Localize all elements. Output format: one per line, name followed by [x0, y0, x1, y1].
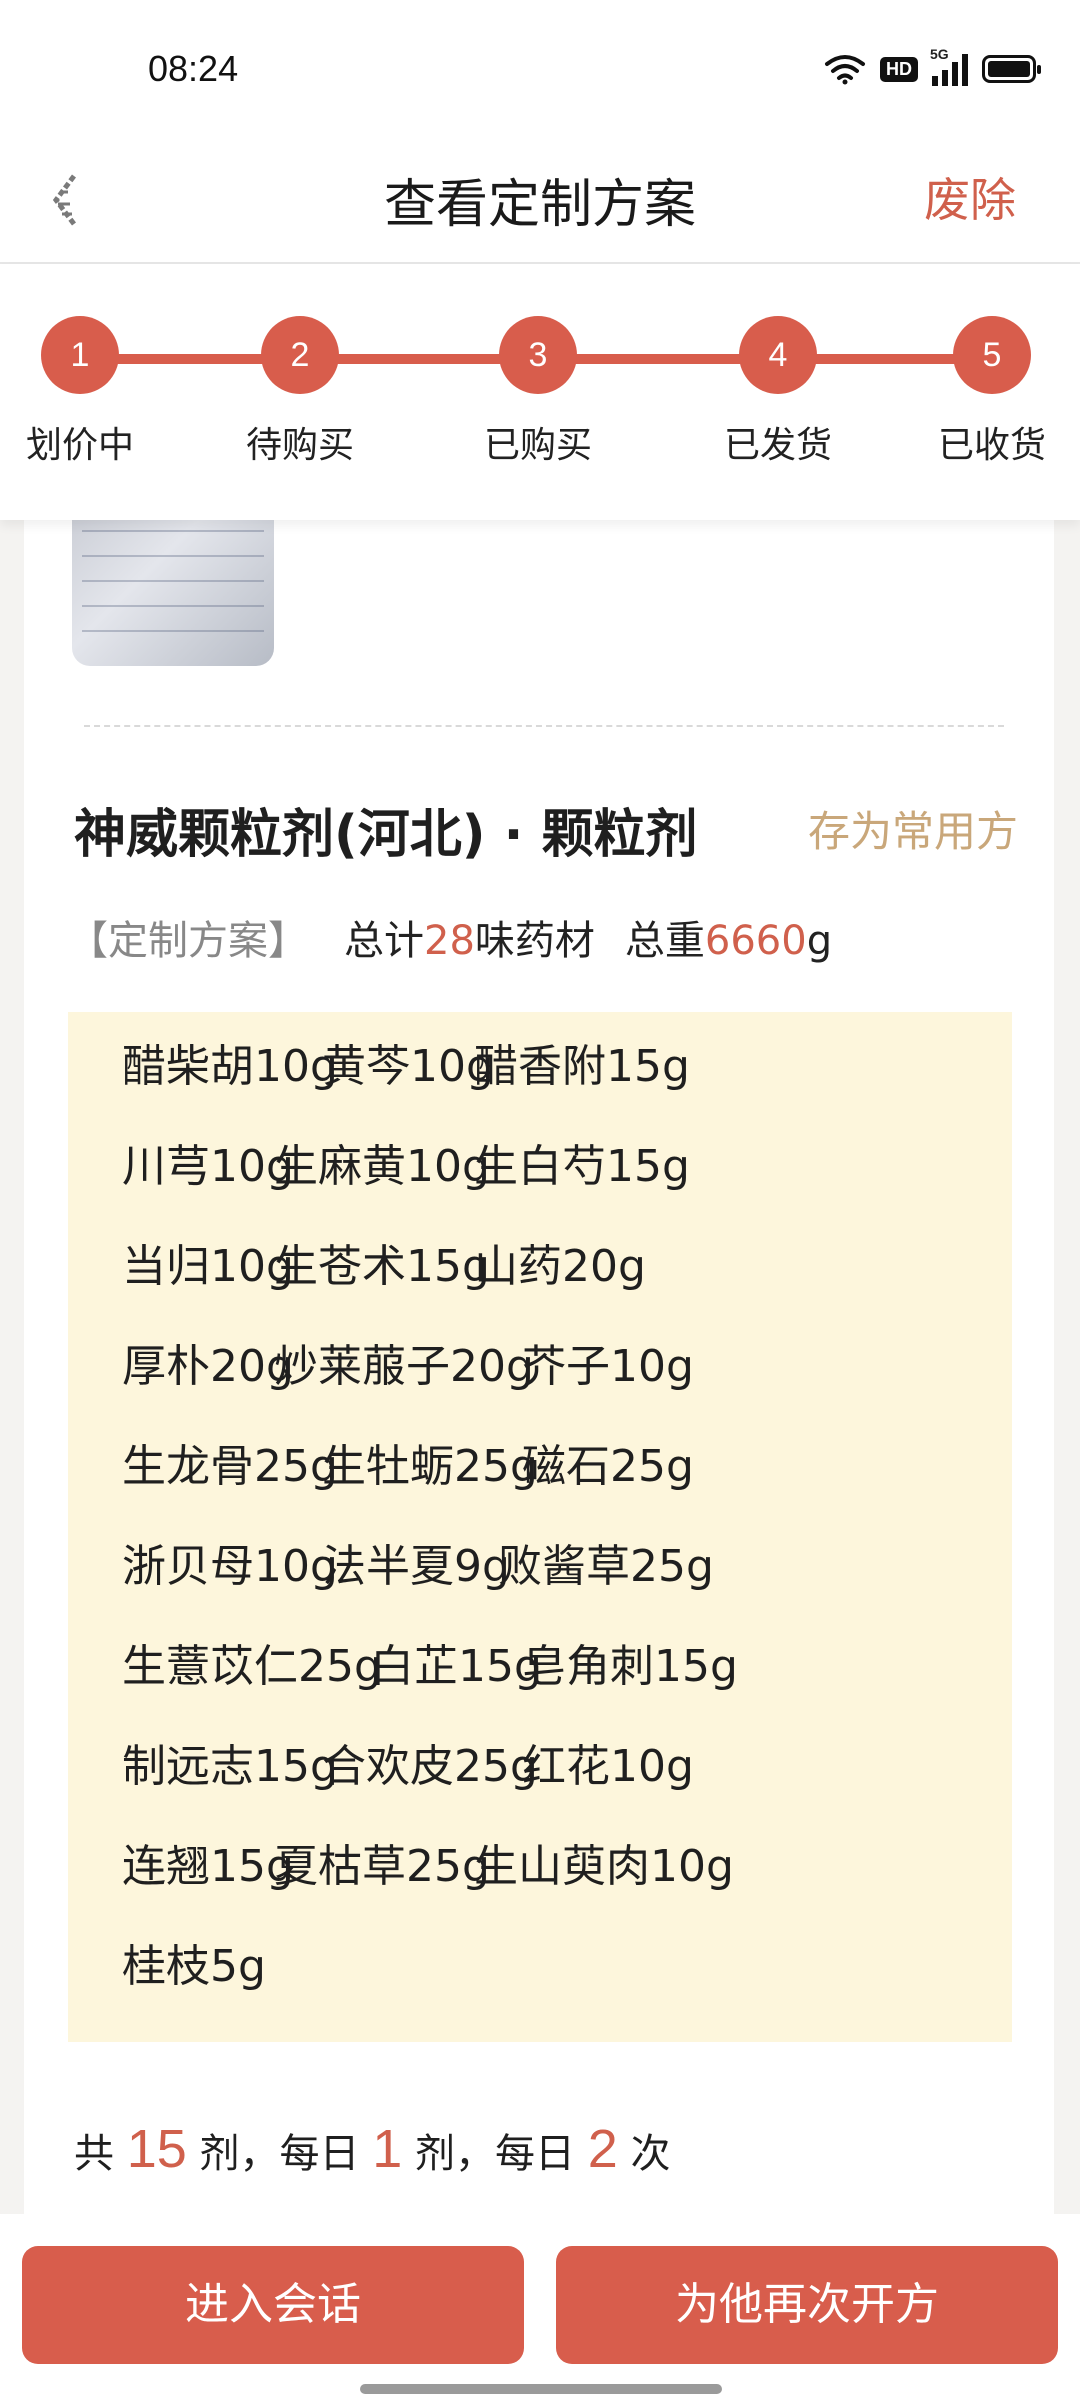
save-as-common-button[interactable]: 存为常用方 — [808, 798, 1018, 859]
herb-item: 红花10g — [522, 1741, 694, 1792]
dosage-text: 次 — [630, 2131, 671, 2177]
herb-item: 生牡蛎25g — [322, 1441, 538, 1492]
herb-item: 浙贝母10g — [122, 1541, 338, 1592]
herb-count: 28 — [424, 918, 475, 964]
step-number: 2 — [261, 316, 339, 394]
prescription-summary: 【定制方案】 总计28味药材 总重6660g — [68, 908, 832, 966]
herb-item: 败酱草25g — [498, 1541, 714, 1592]
total-prefix: 总计 — [344, 918, 424, 964]
battery-icon — [982, 55, 1041, 83]
herb-item: 生龙骨25g — [122, 1441, 338, 1492]
status-time: 08:24 — [148, 48, 239, 89]
herb-item: 白芷15g — [370, 1641, 542, 1692]
herb-item: 夏枯草25g — [274, 1841, 490, 1892]
dosage-text: 剂，每日 — [415, 2131, 575, 2177]
herb-item: 法半夏9g — [322, 1541, 510, 1592]
step-number: 1 — [41, 316, 119, 394]
herb-item: 山药20g — [474, 1241, 646, 1292]
herb-list: 醋柴胡10g 黄芩10g 醋香附15g 川芎10g 生麻黄10g 生白芍15g … — [68, 1012, 1012, 2042]
step-5: 5 已收货 — [922, 316, 1062, 468]
custom-plan-tag: 【定制方案】 — [68, 918, 308, 964]
herb-item: 芥子10g — [522, 1341, 694, 1392]
wifi-icon — [825, 55, 865, 85]
prescription-title: 神威颗粒剂(河北) · 颗粒剂 — [74, 805, 698, 865]
order-stepper: 1 划价中 2 待购买 3 已购买 4 已发货 5 已收货 — [0, 264, 1080, 520]
herb-item: 厚朴20g — [122, 1341, 294, 1392]
herb-item: 醋柴胡10g — [122, 1041, 338, 1092]
step-number: 3 — [499, 316, 577, 394]
herb-item: 醋香附15g — [474, 1041, 690, 1092]
dosage-text: 共 — [74, 2131, 114, 2177]
total-suffix: 味药材 — [474, 918, 595, 964]
page-title: 查看定制方案 — [383, 175, 696, 235]
herb-item: 生白芍15g — [474, 1141, 690, 1192]
herb-item: 制远志15g — [122, 1741, 338, 1792]
step-number: 5 — [953, 316, 1031, 394]
network-type: 5G — [930, 46, 949, 62]
status-icons: HD 5G — [824, 46, 1041, 86]
enter-chat-button[interactable]: 进入会话 — [22, 2246, 524, 2364]
herb-item: 生山萸肉10g — [474, 1841, 734, 1892]
herb-item: 桂枝5g — [122, 1941, 266, 1992]
dashed-divider — [84, 725, 1004, 727]
represcribe-button[interactable]: 为他再次开方 — [556, 2246, 1058, 2364]
doses-per-day: 1 — [372, 2119, 403, 2179]
dosage-info: 共 15 剂，每日 1 剂，每日 2 次 — [74, 2118, 670, 2180]
dose-count: 15 — [126, 2119, 187, 2179]
herb-item: 黄芩10g — [322, 1041, 494, 1092]
prescription-card: 神威颗粒剂(河北) · 颗粒剂 存为常用方 【定制方案】 总计28味药材 总重666… — [24, 500, 1054, 2220]
dosage-text: 剂，每日 — [199, 2131, 360, 2177]
bottom-action-bar: 进入会话 为他再次开方 — [0, 2214, 1080, 2400]
hd-icon: HD — [880, 56, 918, 82]
step-3: 3 已购买 — [468, 316, 608, 468]
times-per-day: 2 — [587, 2119, 618, 2179]
step-number: 4 — [739, 316, 817, 394]
herb-item: 炒莱菔子20g — [274, 1341, 534, 1392]
step-4: 4 已发货 — [708, 316, 848, 468]
herb-item: 生薏苡仁25g — [122, 1641, 382, 1692]
herb-item: 生苍术15g — [274, 1241, 490, 1292]
herb-item: 磁石25g — [522, 1441, 694, 1492]
herb-item: 皂角刺15g — [522, 1641, 738, 1692]
step-2: 2 待购买 — [230, 316, 370, 468]
herb-item: 连翘15g — [122, 1841, 294, 1892]
step-label: 已收货 — [937, 425, 1046, 466]
herb-item: 生麻黄10g — [274, 1141, 490, 1192]
home-indicator[interactable] — [360, 2384, 722, 2394]
signal-5g-icon: 5G — [930, 46, 968, 86]
herb-item: 当归10g — [122, 1241, 294, 1292]
weight-unit: g — [806, 918, 833, 964]
prescription-photo[interactable] — [72, 500, 274, 666]
discard-button[interactable]: 废除 — [924, 164, 1016, 230]
step-label: 划价中 — [25, 425, 134, 466]
step-1: 1 划价中 — [10, 316, 150, 468]
herb-item: 川芎10g — [122, 1141, 294, 1192]
step-label: 已发货 — [723, 425, 832, 466]
weight-prefix: 总重 — [624, 918, 705, 964]
herb-item: 合欢皮25g — [322, 1741, 538, 1792]
total-weight: 6660 — [704, 918, 807, 964]
step-label: 待购买 — [245, 425, 354, 466]
step-label: 已购买 — [483, 425, 592, 466]
status-bar: 08:24 HD 5G — [0, 0, 1080, 140]
nav-bar: 查看定制方案 废除 — [0, 140, 1080, 264]
